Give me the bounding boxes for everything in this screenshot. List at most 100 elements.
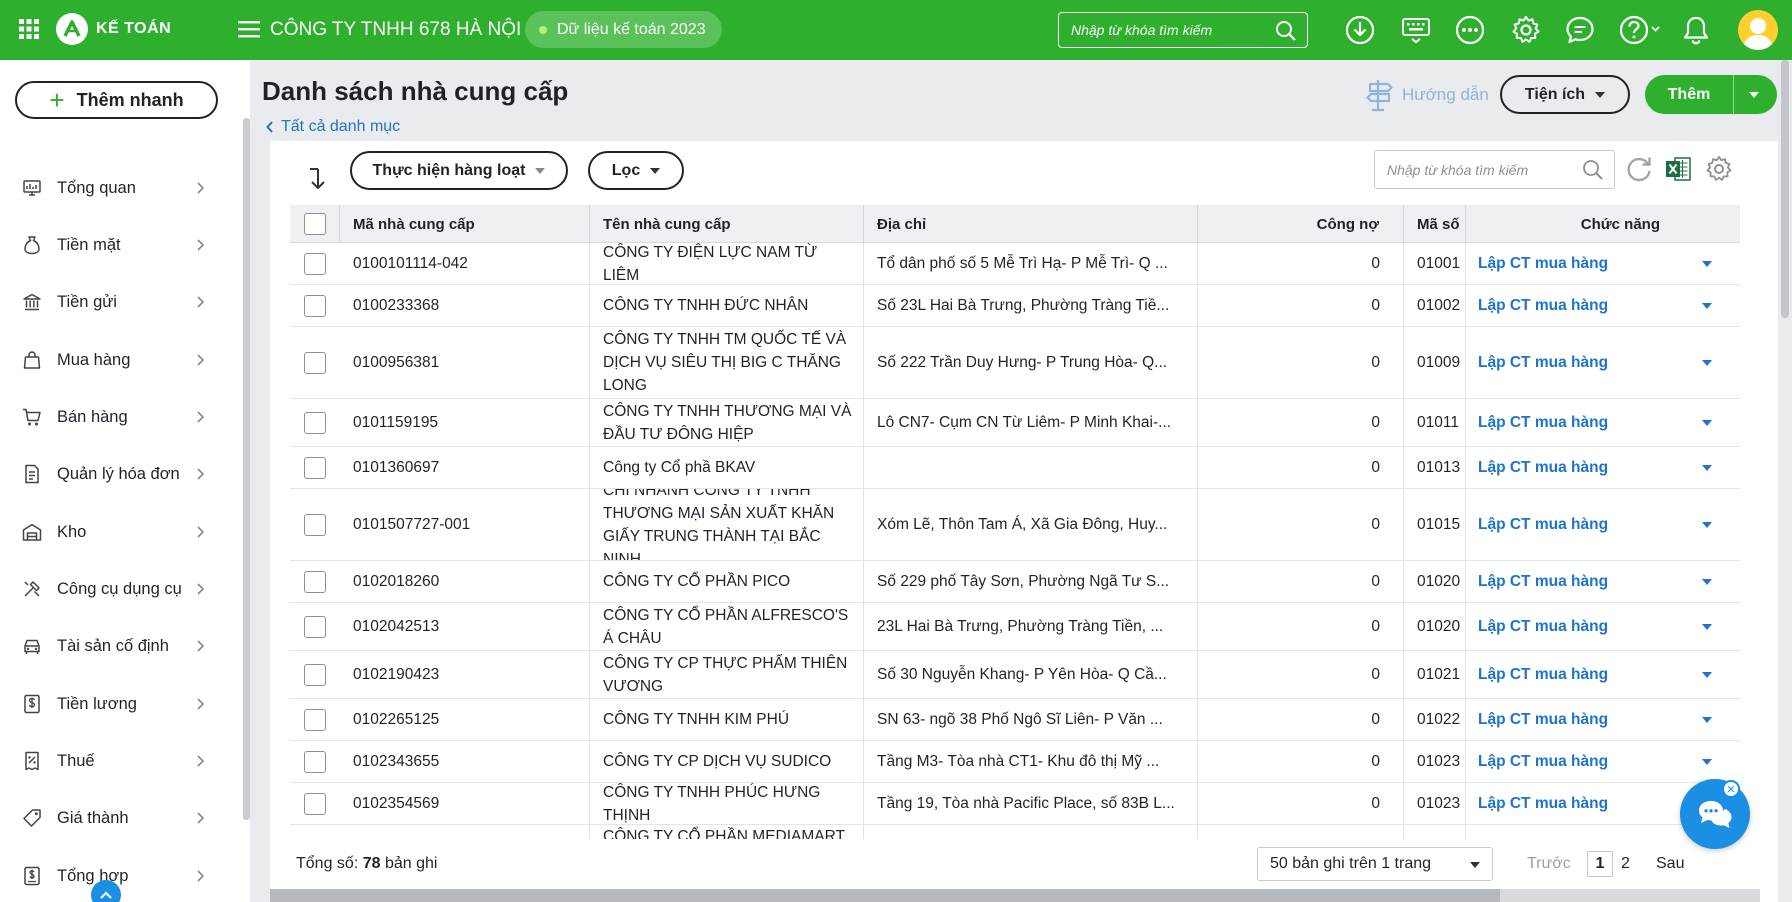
row-checkbox[interactable] [304,750,326,773]
action-dropdown-caret-icon[interactable] [1702,420,1712,426]
action-dropdown-caret-icon[interactable] [1702,261,1712,267]
company-name[interactable]: CÔNG TY TNHH 678 HÀ NỘI [270,19,521,41]
table-settings-icon[interactable] [1704,154,1734,184]
create-purchase-voucher-link[interactable]: Lập CT mua hàng [1466,399,1626,446]
sidebar-item-tong-quan[interactable]: Tổng quan [0,168,230,208]
sidebar-item-tien-luong[interactable]: Tiền lương [0,684,230,724]
create-purchase-voucher-link[interactable]: Lập CT mua hàng [1466,489,1626,560]
create-purchase-voucher-link[interactable]: Lập CT mua hàng [1466,561,1626,602]
page-1-button[interactable]: 1 [1587,851,1613,877]
row-checkbox[interactable] [304,513,326,536]
refresh-icon[interactable] [1624,154,1654,184]
create-purchase-voucher-link[interactable]: Lập CT mua hàng [1466,447,1626,488]
table-row[interactable]: 0102042513 CÔNG TY CỔ PHẦN ALFRESCO'S Á C… [290,603,1740,651]
dataset-selector[interactable]: Dữ liệu kế toán 2023 [525,11,722,48]
prev-page-button[interactable]: Trước [1527,855,1571,873]
download-icon[interactable] [1344,14,1376,46]
create-purchase-voucher-link[interactable]: Lập CT mua hàng [1466,699,1626,740]
table-row[interactable]: 0102190423 CÔNG TY CP THỰC PHẨM THIÊN VƯƠ… [290,651,1740,699]
sidebar-item-tai-san-co-dinh[interactable]: Tài sản cố định [0,626,230,666]
close-chat-icon[interactable]: ✕ [1722,780,1740,798]
add-dropdown-caret-icon[interactable] [1749,91,1759,98]
col-header-name[interactable]: Tên nhà cung cấp [590,205,864,243]
action-dropdown-caret-icon[interactable] [1702,672,1712,678]
sort-down-icon[interactable] [305,163,335,193]
action-dropdown-caret-icon[interactable] [1702,717,1712,723]
table-search-input[interactable]: Nhập từ khóa tìm kiếm [1374,150,1615,189]
scrollbar-thumb[interactable] [1781,60,1789,318]
create-purchase-voucher-link[interactable]: Lập CT mua hàng [1466,327,1626,398]
col-header-address[interactable]: Địa chỉ [864,205,1198,243]
row-checkbox[interactable] [304,252,326,275]
filter-dropdown[interactable]: Lọc [588,151,684,190]
next-page-button[interactable]: Sau [1656,855,1684,873]
row-checkbox[interactable] [304,663,326,686]
row-checkbox[interactable] [304,792,326,815]
sidebar-collapse-button[interactable] [91,880,121,902]
table-row[interactable]: 0101507727-001 CHI NHÁNH CÔNG TY TNHH THƯ… [290,489,1740,561]
add-button[interactable]: Thêm [1645,86,1733,104]
sidebar-item-cong-cu-dung-cu[interactable]: Công cụ dụng cụ [0,569,230,609]
guide-link[interactable]: Hướng dẫn [1366,78,1489,112]
sidebar-item-kho[interactable]: Kho [0,512,230,552]
table-row[interactable]: CÔNG TY CỔ PHẦN MEDIAMART VIỆT [290,825,1740,839]
app-grid-icon[interactable] [18,18,40,40]
all-categories-link[interactable]: Tất cả danh mục [265,118,400,136]
table-row[interactable]: 0101159195 CÔNG TY TNHH THƯƠNG MẠI VÀ ĐẦU… [290,399,1740,447]
bulk-actions-dropdown[interactable]: Thực hiện hàng loạt [350,151,568,190]
vertical-scrollbar[interactable] [1778,60,1792,902]
settings-icon[interactable] [1510,14,1542,46]
excel-export-icon[interactable] [1663,154,1693,184]
help-icon[interactable] [1618,14,1662,46]
keyboard-icon[interactable] [1400,14,1432,46]
action-dropdown-caret-icon[interactable] [1702,624,1712,630]
horizontal-scrollbar[interactable] [270,889,1760,902]
create-purchase-voucher-link[interactable]: Lập CT mua hàng [1466,243,1626,284]
page-size-select[interactable]: 50 bản ghi trên 1 trang [1257,847,1493,881]
hamburger-menu-icon[interactable] [238,19,260,39]
sidebar-item-ban-hang[interactable]: Bán hàng [0,397,230,437]
row-checkbox[interactable] [304,411,326,434]
row-checkbox[interactable] [304,456,326,479]
page-2-button[interactable]: 2 [1621,855,1630,873]
table-row[interactable]: 0101360697 Công ty Cổ phầ BKAV 0 01013 Lập C… [290,447,1740,489]
select-all-checkbox[interactable] [303,213,326,235]
row-checkbox[interactable] [304,708,326,731]
quick-add-button[interactable]: + Thêm nhanh [15,81,218,119]
app-logo[interactable]: KẾ TOÁN [56,13,171,45]
col-header-tax-code[interactable]: Mã số [1404,205,1466,243]
sidebar-item-thue[interactable]: Thuế [0,741,230,781]
sidebar-item-mua-hang[interactable]: Mua hàng [0,340,230,380]
table-row[interactable]: 0100233368 CÔNG TY TNHH ĐỨC NHÂN Số 23L Ha… [290,285,1740,327]
utilities-dropdown[interactable]: Tiện ích [1500,75,1630,114]
row-checkbox[interactable] [304,615,326,638]
create-purchase-voucher-link[interactable]: Lập CT mua hàng [1466,783,1626,824]
table-row[interactable]: 0102343655 CÔNG TY CP DỊCH VỤ SUDICO Tầng … [290,741,1740,783]
scrollbar-thumb[interactable] [270,889,1500,902]
action-dropdown-caret-icon[interactable] [1702,465,1712,471]
feedback-chat-icon[interactable] [1564,14,1596,46]
action-dropdown-caret-icon[interactable] [1702,579,1712,585]
sidebar-item-gia-thanh[interactable]: Giá thành [0,798,230,838]
add-button-group[interactable]: Thêm [1645,75,1777,114]
table-row[interactable]: 0102265125 CÔNG TY TNHH KIM PHÚ SN 63- ngõ… [290,699,1740,741]
row-checkbox[interactable] [304,351,326,374]
more-options-icon[interactable] [1454,14,1486,46]
action-dropdown-caret-icon[interactable] [1702,759,1712,765]
create-purchase-voucher-link[interactable]: Lập CT mua hàng [1466,651,1626,698]
sidebar-item-quan-ly-hoa-don[interactable]: Quản lý hóa đơn [0,454,230,494]
notification-bell-icon[interactable] [1680,14,1712,46]
action-dropdown-caret-icon[interactable] [1702,303,1712,309]
create-purchase-voucher-link[interactable]: Lập CT mua hàng [1466,603,1626,650]
create-purchase-voucher-link[interactable]: Lập CT mua hàng [1466,741,1626,782]
create-purchase-voucher-link[interactable]: Lập CT mua hàng [1466,285,1626,326]
sidebar-item-tien-gui[interactable]: Tiền gửi [0,282,230,322]
row-checkbox[interactable] [304,294,326,317]
action-dropdown-caret-icon[interactable] [1702,360,1712,366]
search-icon[interactable] [1582,159,1604,181]
search-icon[interactable] [1275,20,1297,42]
sidebar-item-tien-mat[interactable]: Tiền mặt [0,225,230,265]
action-dropdown-caret-icon[interactable] [1702,522,1712,528]
col-header-debt[interactable]: Công nợ [1198,205,1404,243]
table-row[interactable]: 0100101114-042 CÔNG TY ĐIỆN LỰC NAM TỪ LI… [290,243,1740,285]
